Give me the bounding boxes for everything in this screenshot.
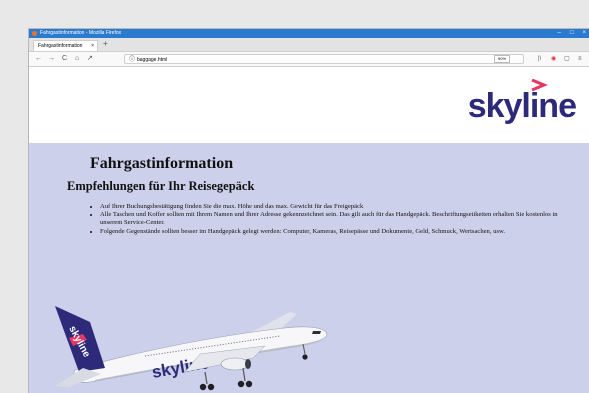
new-tab-button[interactable]: + xyxy=(103,39,108,48)
home-icon[interactable]: ⌂ xyxy=(75,54,79,64)
forward-icon[interactable]: → xyxy=(48,54,55,64)
window-title: Fahrgastinformation - Mozilla Firefox xyxy=(40,30,122,36)
skyline-logo[interactable]: skyline xyxy=(468,89,577,123)
url-text: baggage.html xyxy=(137,57,168,63)
zoom-indicator[interactable]: 90% xyxy=(494,55,511,63)
list-item: Auf Ihrer Buchungsbestätigung finden Sie… xyxy=(100,203,570,211)
firefox-icon xyxy=(32,31,37,36)
tab-close-icon[interactable]: × xyxy=(91,41,94,52)
page-title: Fahrgastinformation xyxy=(90,155,234,172)
address-bar[interactable]: ⓘ baggage.html xyxy=(124,54,524,64)
navigation-bar: ← → C ⌂ ↗ ⓘ baggage.html 90% |\ ◉ ▢ ≡ xyxy=(29,52,589,67)
browser-window: Fahrgastinformation - Mozilla Firefox – … xyxy=(28,28,589,393)
tab-fahrgastinformation[interactable]: Fahrgastinformation × xyxy=(33,40,98,51)
pin-icon[interactable]: ↗ xyxy=(87,54,93,64)
site-header: skyline xyxy=(29,67,589,144)
section-heading: Empfehlungen für Ihr Reisegepäck xyxy=(67,179,255,193)
minimize-button[interactable]: – xyxy=(558,29,561,38)
title-bar: Fahrgastinformation - Mozilla Firefox – … xyxy=(29,29,589,38)
library-icon[interactable]: |\ xyxy=(538,54,541,64)
shield-icon[interactable]: ◉ xyxy=(551,54,556,64)
page-info-icon: ⓘ xyxy=(129,57,136,63)
sidebar-icon[interactable]: ▢ xyxy=(564,54,570,64)
back-icon[interactable]: ← xyxy=(35,54,42,64)
tab-label: Fahrgastinformation xyxy=(38,43,83,49)
list-item: Alle Taschen und Koffer sollten mit Ihre… xyxy=(100,211,570,227)
reload-icon[interactable]: C xyxy=(62,54,67,64)
close-window-button[interactable]: × xyxy=(582,29,586,38)
recommendation-list: Auf Ihrer Buchungsbestätigung finden Sie… xyxy=(87,203,570,236)
maximize-button[interactable]: □ xyxy=(570,29,574,38)
tab-bar: Fahrgastinformation × + xyxy=(29,38,589,52)
list-item: Folgende Gegenstände sollten besser im H… xyxy=(100,228,570,236)
menu-icon[interactable]: ≡ xyxy=(578,54,582,64)
main-content: Fahrgastinformation Empfehlungen für Ihr… xyxy=(29,143,589,393)
airplane-image: skyline skyline xyxy=(55,306,328,391)
